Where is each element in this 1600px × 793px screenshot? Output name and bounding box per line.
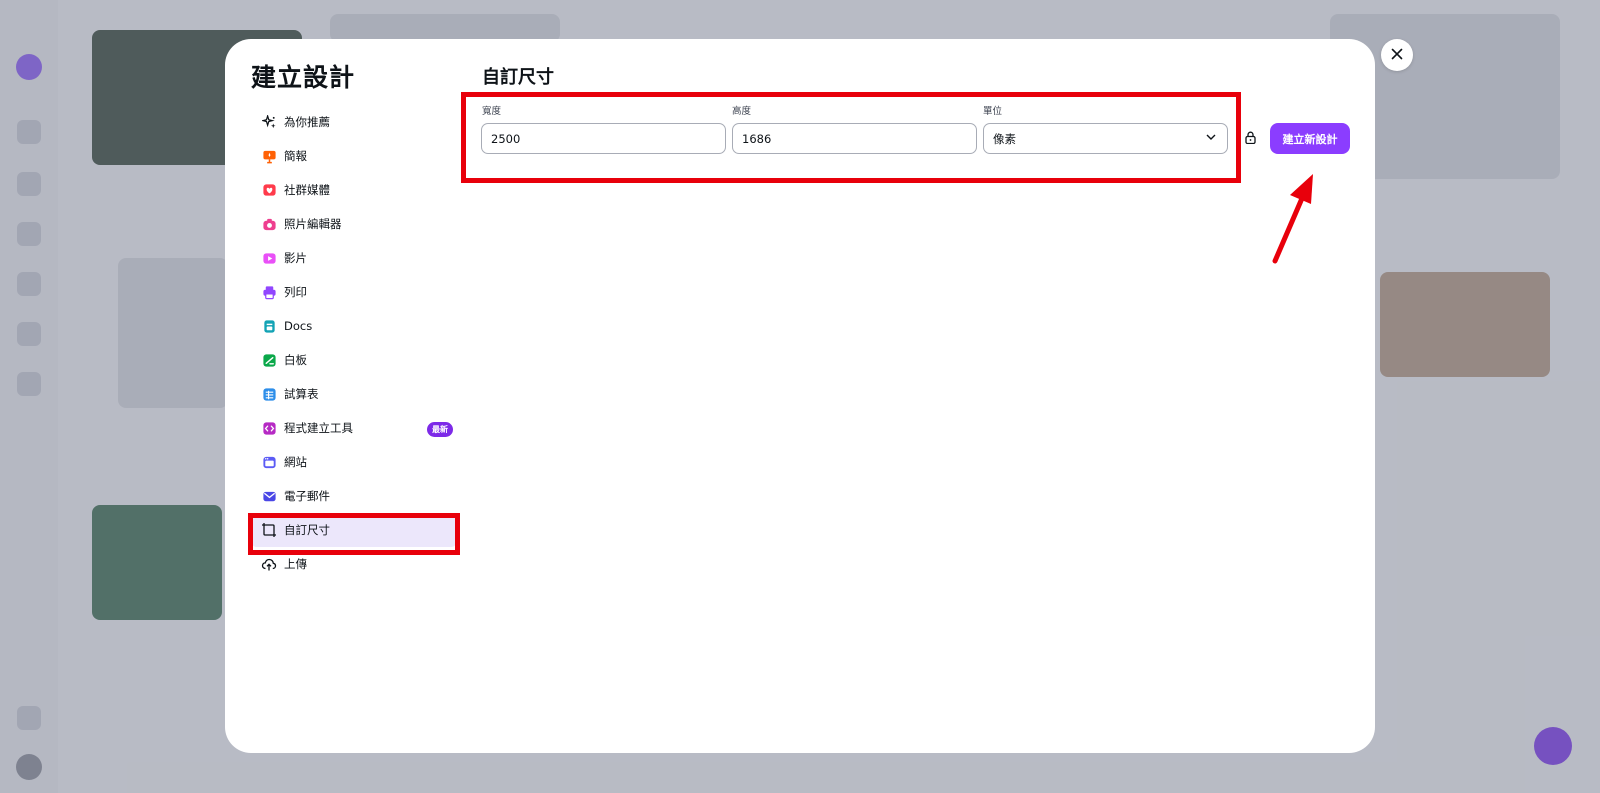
menu-item-label: 簡報 xyxy=(284,149,307,163)
code-icon xyxy=(261,420,277,436)
sparkle-icon xyxy=(261,114,277,130)
menu-item-label: 社群媒體 xyxy=(284,183,330,197)
whiteboard-icon xyxy=(261,352,277,368)
design-type-menu: 為你推薦 簡報 社群媒體 照片編輯器 影片 列印 Docs 白板 試算表 程式建… xyxy=(251,105,457,581)
menu-item-label: 電子郵件 xyxy=(284,489,330,503)
menu-item-spreadsheet[interactable]: 試算表 xyxy=(251,377,457,411)
menu-item-label: 列印 xyxy=(284,285,307,299)
menu-item-code-builder[interactable]: 程式建立工具 最新 xyxy=(251,411,457,445)
menu-item-print[interactable]: 列印 xyxy=(251,275,457,309)
create-design-modal: 建立設計 為你推薦 簡報 社群媒體 照片編輯器 影片 列印 Docs 白板 試算… xyxy=(225,39,1375,753)
menu-item-label: Docs xyxy=(284,319,313,333)
menu-item-label: 試算表 xyxy=(284,387,319,401)
camera-icon xyxy=(261,216,277,232)
menu-item-label: 為你推薦 xyxy=(284,115,330,129)
presentation-icon xyxy=(261,148,277,164)
menu-item-label: 影片 xyxy=(284,251,307,265)
height-field[interactable] xyxy=(732,123,977,154)
menu-item-label: 照片編輯器 xyxy=(284,217,342,231)
chevron-down-icon xyxy=(1205,131,1217,146)
heart-icon xyxy=(261,182,277,198)
menu-item-label: 上傳 xyxy=(284,557,307,571)
width-label: 寬度 xyxy=(482,106,502,117)
unit-label: 單位 xyxy=(983,106,1003,117)
modal-title: 建立設計 xyxy=(251,63,356,92)
width-field[interactable] xyxy=(481,123,726,154)
section-title: 自訂尺寸 xyxy=(482,67,554,88)
printer-icon xyxy=(261,284,277,300)
menu-item-video[interactable]: 影片 xyxy=(251,241,457,275)
menu-item-docs[interactable]: Docs xyxy=(251,309,457,343)
website-icon xyxy=(261,454,277,470)
menu-item-email[interactable]: 電子郵件 xyxy=(251,479,457,513)
lock-icon xyxy=(1244,129,1256,148)
menu-item-label: 白板 xyxy=(284,353,307,367)
document-icon xyxy=(261,318,277,334)
menu-item-recommended[interactable]: 為你推薦 xyxy=(251,105,457,139)
unit-select[interactable]: 像素 xyxy=(983,123,1228,154)
menu-item-photo-editor[interactable]: 照片編輯器 xyxy=(251,207,457,241)
close-modal-button[interactable] xyxy=(1381,39,1413,71)
spreadsheet-icon xyxy=(261,386,277,402)
menu-item-whiteboard[interactable]: 白板 xyxy=(251,343,457,377)
menu-item-website[interactable]: 網站 xyxy=(251,445,457,479)
video-icon xyxy=(261,250,277,266)
upload-cloud-icon xyxy=(261,556,277,572)
new-badge: 最新 xyxy=(427,422,453,437)
create-new-design-button[interactable]: 建立新設計 xyxy=(1270,123,1350,154)
custom-size-highlight-box xyxy=(248,513,460,555)
height-input[interactable] xyxy=(742,131,976,146)
width-input[interactable] xyxy=(491,131,725,146)
email-icon xyxy=(261,488,277,504)
close-icon xyxy=(1390,46,1404,65)
menu-item-social-media[interactable]: 社群媒體 xyxy=(251,173,457,207)
menu-item-presentation[interactable]: 簡報 xyxy=(251,139,457,173)
unit-selected-value: 像素 xyxy=(993,131,1016,146)
lock-aspect-ratio-button[interactable] xyxy=(1242,130,1258,146)
height-label: 高度 xyxy=(732,106,752,117)
menu-item-label: 網站 xyxy=(284,455,307,469)
menu-item-label: 程式建立工具 xyxy=(284,421,353,435)
